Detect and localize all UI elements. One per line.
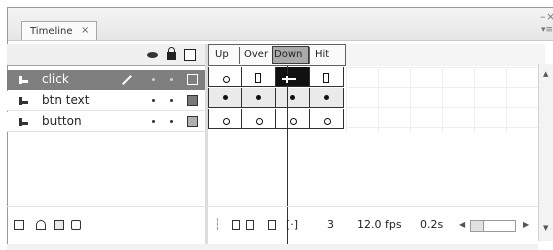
frame-sep: [309, 47, 310, 64]
delete-layer-icon[interactable]: [71, 220, 81, 230]
current-frame: 3: [327, 218, 334, 231]
outline-color-square[interactable]: [187, 95, 198, 106]
outline-color-square[interactable]: [187, 74, 198, 85]
bottom-edge: [7, 244, 538, 250]
vertical-scrollbar[interactable]: ▲ ▼: [538, 64, 553, 241]
layer-name[interactable]: btn text: [42, 93, 89, 107]
layer-header: [7, 44, 205, 66]
empty-keyframe-icon: [256, 118, 263, 125]
keyframe-icon: [223, 95, 228, 100]
visibility-dot[interactable]: [152, 99, 155, 102]
frame-cell[interactable]: [276, 88, 310, 108]
tab-timeline[interactable]: Timeline ×: [21, 21, 97, 40]
elapsed-time: 0.2s: [420, 218, 444, 231]
frame-label-over[interactable]: Over: [244, 49, 268, 60]
frame-labels-header: Up Over Down Hit: [208, 44, 346, 66]
onion-skin-outlines-icon[interactable]: [246, 220, 254, 230]
edit-multiple-frames-icon[interactable]: [268, 220, 276, 230]
frame-cell[interactable]: [310, 67, 344, 87]
frame-label-hit[interactable]: Hit: [315, 49, 329, 60]
layer-name[interactable]: button: [42, 114, 82, 128]
outline-icon[interactable]: [184, 49, 196, 61]
frame-cell[interactable]: [242, 67, 276, 87]
new-folder-icon[interactable]: [54, 220, 64, 230]
onion-skin-icon[interactable]: [232, 220, 240, 230]
visibility-dot[interactable]: [152, 78, 155, 81]
lock-icon[interactable]: [167, 52, 176, 60]
lock-dot[interactable]: [170, 78, 173, 81]
close-icon[interactable]: ×: [546, 10, 553, 23]
playhead-marker-dash: [282, 78, 296, 80]
tab-strip: Timeline × – × ▾≡: [8, 8, 553, 41]
outline-color-square[interactable]: [187, 116, 198, 127]
empty-keyframe-icon: [223, 76, 230, 83]
empty-keyframe-icon: [290, 118, 297, 125]
separator-line: [7, 206, 538, 207]
frame-cell[interactable]: [208, 109, 242, 129]
frame-rate[interactable]: 12.0 fps: [357, 218, 402, 231]
layer-row-btn-text[interactable]: btn text: [7, 91, 205, 111]
layer-row-button[interactable]: button: [7, 112, 205, 132]
frame-cell[interactable]: [208, 67, 242, 87]
horizontal-scrollbar[interactable]: ◀ ▶: [456, 219, 534, 233]
frame-cell[interactable]: [310, 88, 344, 108]
tab-label: Timeline: [30, 26, 73, 37]
center-frame-icon[interactable]: ┆: [214, 218, 221, 231]
add-motion-guide-icon[interactable]: [36, 220, 46, 230]
tab-close-icon[interactable]: ×: [81, 25, 89, 36]
frame-end-icon: [255, 73, 261, 83]
pencil-icon: [122, 75, 132, 85]
scroll-right-icon[interactable]: ▶: [523, 220, 529, 229]
frame-sep: [239, 47, 240, 64]
lock-dot[interactable]: [170, 120, 173, 123]
visibility-dot[interactable]: [152, 120, 155, 123]
frame-cell[interactable]: [208, 88, 242, 108]
minimize-icon[interactable]: –: [540, 10, 546, 23]
keyframe-icon: [290, 95, 295, 100]
scroll-down-icon[interactable]: ▼: [543, 224, 548, 232]
new-layer-icon[interactable]: [14, 220, 24, 230]
modify-onion-markers-icon[interactable]: [·]: [286, 218, 298, 231]
frame-cell[interactable]: [242, 88, 276, 108]
scroll-up-icon[interactable]: ▲: [543, 70, 548, 78]
frame-cell[interactable]: [242, 109, 276, 129]
frame-end-icon: [323, 73, 329, 83]
layer-name[interactable]: click: [42, 72, 69, 86]
layer-row-click[interactable]: click: [7, 70, 205, 90]
layer-icon: [19, 97, 28, 105]
scroll-left-icon[interactable]: ◀: [459, 220, 465, 229]
layer-icon: [19, 76, 28, 84]
empty-keyframe-icon: [324, 118, 331, 125]
layer-icon: [19, 118, 28, 126]
playhead-marker-bar: [286, 76, 288, 83]
keyframe-icon: [256, 95, 261, 100]
frame-label-up[interactable]: Up: [215, 49, 229, 60]
lock-dot[interactable]: [170, 99, 173, 102]
eye-icon[interactable]: [147, 52, 158, 58]
frame-label-down[interactable]: Down: [274, 49, 302, 60]
frame-cell[interactable]: [276, 109, 310, 129]
keyframe-icon: [324, 95, 329, 100]
scroll-thumb[interactable]: [470, 220, 484, 232]
panel-menu-icon[interactable]: ▾≡: [541, 25, 553, 35]
empty-keyframe-icon: [223, 118, 230, 125]
empty-frame-area[interactable]: [346, 67, 538, 133]
frame-cell[interactable]: [310, 109, 344, 129]
frame-ruler-extension: [346, 44, 545, 66]
